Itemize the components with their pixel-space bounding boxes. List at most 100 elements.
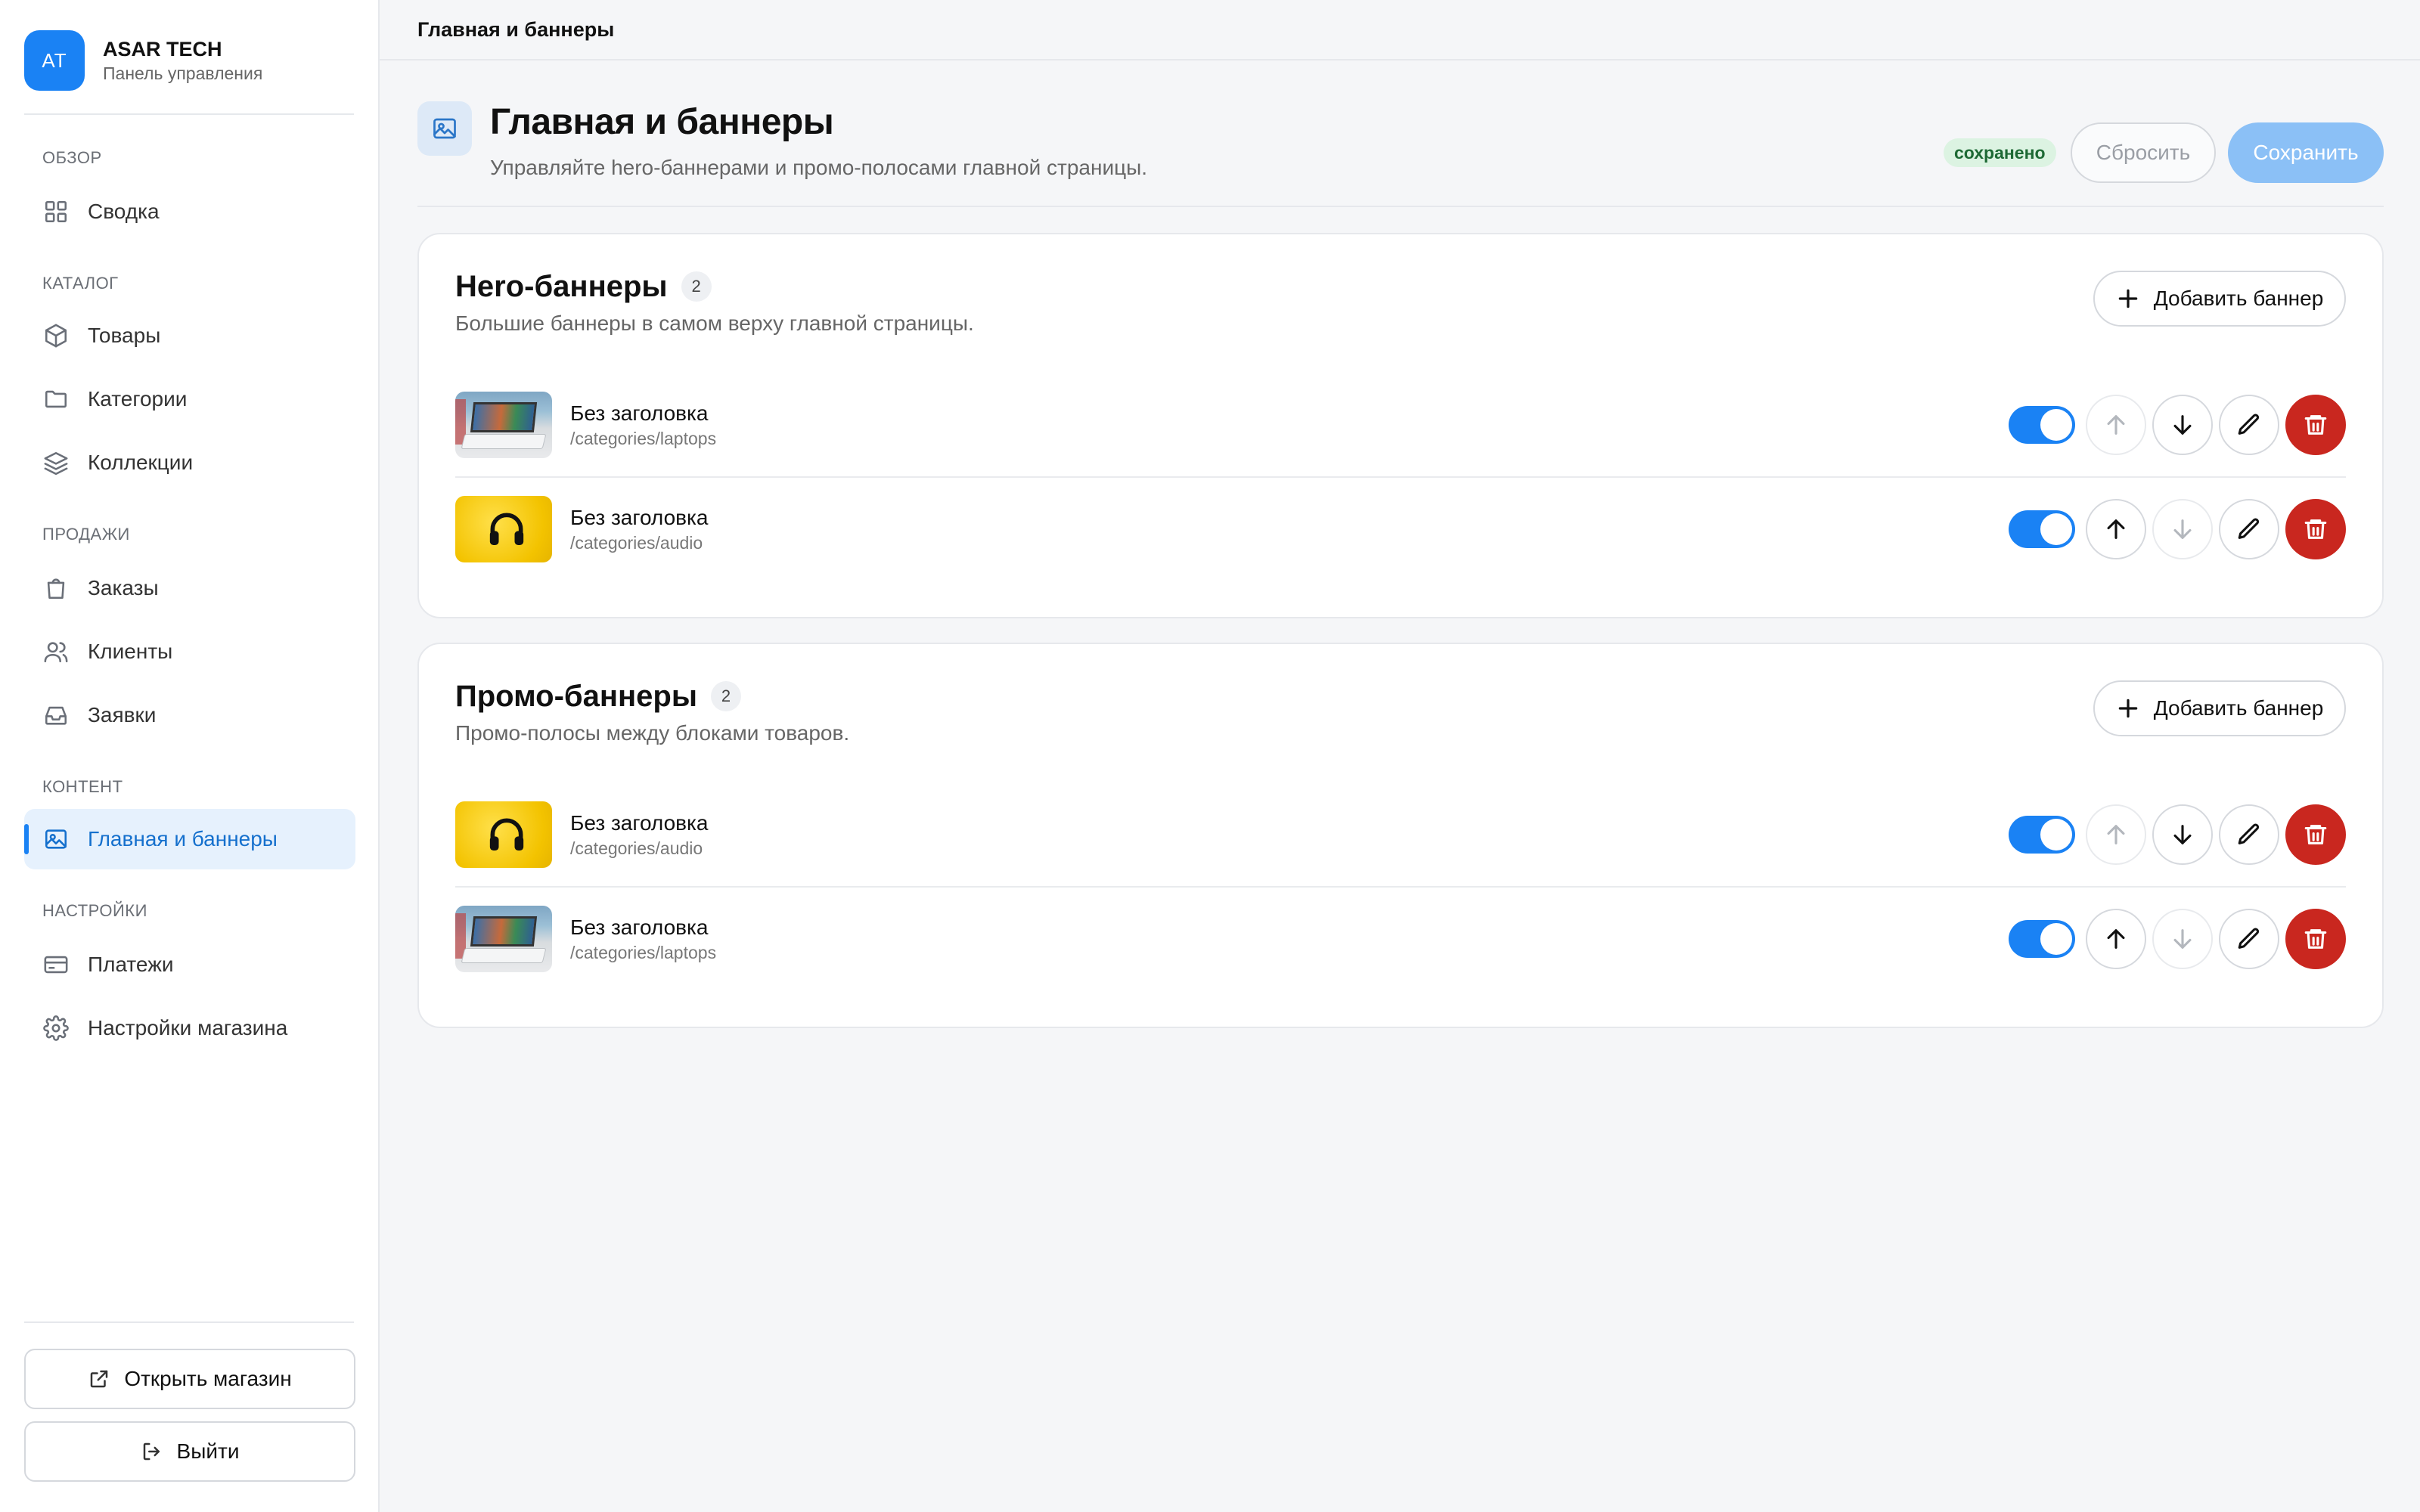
trash-icon [2304,825,2327,844]
list-item: Без заголовка /categories/audio [455,478,2346,581]
arrow-up-icon [2107,929,2125,949]
banner-title: Без заголовка [570,401,709,425]
box-icon [42,322,70,349]
image-icon [42,826,70,853]
logout-button[interactable]: Выйти [24,1421,355,1482]
trash-icon [2304,415,2327,435]
edit-button[interactable] [2219,804,2279,865]
reset-button[interactable]: Сбросить [2071,122,2216,183]
move-down-button[interactable] [2152,499,2213,559]
banner-thumbnail [455,801,552,868]
list-item: Без заголовка /categories/audio [455,783,2346,886]
users-icon [42,638,70,665]
delete-button[interactable] [2285,804,2346,865]
divider [24,113,354,115]
move-up-button[interactable] [2086,395,2146,455]
shopping-bag-icon [42,575,70,602]
add-banner-button[interactable]: Добавить баннер [2093,271,2346,327]
list-item: Без заголовка /categories/laptops [455,373,2346,476]
banner-url: /categories/laptops [570,943,717,962]
sidebar-item-label: Коллекции [88,451,194,474]
move-down-button[interactable] [2152,909,2213,969]
banner-url: /categories/laptops [570,429,717,448]
move-up-button[interactable] [2086,804,2146,865]
enabled-toggle[interactable] [2009,406,2075,444]
count-badge: 2 [681,271,712,302]
promo-banners-card: Промо-баннеры 2 Промо-полосы между блока… [417,643,2384,1028]
arrow-down-icon [2173,929,2192,949]
enabled-toggle[interactable] [2009,510,2075,548]
delete-button[interactable] [2285,499,2346,559]
card-subtitle: Большие баннеры в самом верху главной ст… [455,311,974,335]
sidebar-item-home-banners[interactable]: Главная и баннеры [24,809,355,869]
sidebar-item-categories[interactable]: Категории [24,369,355,429]
sidebar-item-label: Клиенты [88,640,173,663]
delete-button[interactable] [2285,909,2346,969]
credit-card-icon [42,951,70,978]
sidebar-item-orders[interactable]: Заказы [24,558,355,618]
gear-icon [42,1015,70,1042]
move-up-button[interactable] [2086,499,2146,559]
arrow-down-icon [2173,415,2192,435]
sidebar-item-label: Главная и баннеры [88,827,278,850]
hero-banners-card: Hero-баннеры 2 Большие баннеры в самом в… [417,233,2384,618]
sidebar-item-store-settings[interactable]: Настройки магазина [24,998,355,1058]
sidebar-item-products[interactable]: Товары [24,305,355,366]
move-down-button[interactable] [2152,395,2213,455]
page-subtitle: Управляйте hero-баннерами и промо-полоса… [490,156,1148,179]
delete-button[interactable] [2285,395,2346,455]
page-title: Главная и баннеры [490,102,834,142]
image-icon [417,101,472,156]
arrow-up-icon [2107,519,2125,539]
move-up-button[interactable] [2086,909,2146,969]
sidebar-item-label: Заявки [88,703,157,727]
card-title: Промо-баннеры [455,680,698,713]
edit-button[interactable] [2219,909,2279,969]
banner-url: /categories/audio [570,838,703,858]
headphones-icon [489,513,524,545]
save-button[interactable]: Сохранить [2228,122,2384,183]
plus-icon [2118,289,2137,308]
arrow-down-icon [2173,519,2192,539]
banner-url: /categories/audio [570,533,703,553]
edit-button[interactable] [2219,499,2279,559]
banner-title: Без заголовка [570,506,709,529]
divider [417,206,2384,207]
breadcrumb: Главная и баннеры [380,0,2420,60]
sidebar-item-collections[interactable]: Коллекции [24,432,355,493]
pencil-icon [2238,823,2260,844]
sidebar-item-payments[interactable]: Платежи [24,934,355,995]
sidebar-item-label: Заказы [88,576,159,600]
brand: AT ASAR TECH Панель управления [24,30,262,91]
sidebar: AT ASAR TECH Панель управления ОБЗОР Сво… [0,0,380,1512]
banner-thumbnail [455,392,552,458]
brand-subtitle: Панель управления [103,64,263,83]
edit-button[interactable] [2219,395,2279,455]
banner-title: Без заголовка [570,916,709,939]
sidebar-item-clients[interactable]: Клиенты [24,621,355,682]
inbox-icon [42,702,70,729]
arrow-up-icon [2107,415,2125,435]
divider [24,1321,354,1323]
nav-section-content: КОНТЕНТ [42,777,123,796]
sidebar-item-label: Платежи [88,953,174,976]
enabled-toggle[interactable] [2009,920,2075,958]
logout-icon [143,1442,160,1461]
add-banner-button[interactable]: Добавить баннер [2093,680,2346,736]
folder-icon [42,386,70,413]
external-link-icon [91,1370,108,1388]
arrow-down-icon [2173,825,2192,844]
headphones-icon [489,818,524,850]
pencil-icon [2238,518,2260,539]
banner-title: Без заголовка [570,811,709,835]
move-down-button[interactable] [2152,804,2213,865]
sidebar-item-label: Настройки магазина [88,1016,288,1040]
nav-section-sales: ПРОДАЖИ [42,525,130,544]
nav-section-catalog: КАТАЛОГ [42,274,119,293]
enabled-toggle[interactable] [2009,816,2075,854]
plus-icon [2118,699,2137,718]
nav-section-settings: НАСТРОЙКИ [42,901,147,920]
open-store-button[interactable]: Открыть магазин [24,1349,355,1409]
sidebar-item-requests[interactable]: Заявки [24,685,355,745]
sidebar-item-summary[interactable]: Сводка [24,181,355,242]
